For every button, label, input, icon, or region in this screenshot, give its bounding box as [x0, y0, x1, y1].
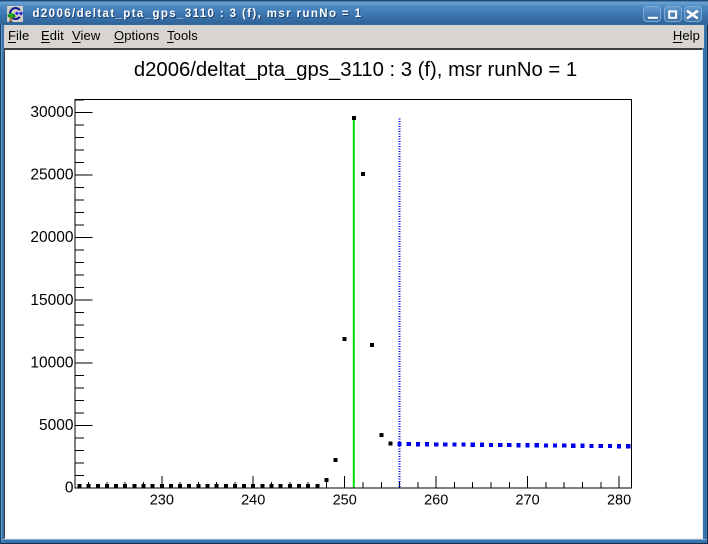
- svg-text:25000: 25000: [30, 167, 73, 184]
- svg-text:250: 250: [333, 492, 357, 508]
- svg-text:260: 260: [424, 492, 448, 508]
- svg-text:15000: 15000: [30, 292, 73, 309]
- svg-text:5000: 5000: [39, 417, 74, 434]
- svg-text:d2006/deltat_pta_gps_3110 : 3: d2006/deltat_pta_gps_3110 : 3 (f), msr r…: [134, 59, 577, 81]
- svg-text:280: 280: [607, 492, 631, 508]
- svg-text:270: 270: [515, 492, 539, 508]
- svg-text:0: 0: [65, 480, 74, 497]
- svg-text:30000: 30000: [30, 104, 73, 121]
- svg-text:230: 230: [150, 492, 174, 508]
- svg-text:10000: 10000: [30, 354, 73, 371]
- svg-text:240: 240: [241, 492, 265, 508]
- svg-text:20000: 20000: [30, 229, 73, 246]
